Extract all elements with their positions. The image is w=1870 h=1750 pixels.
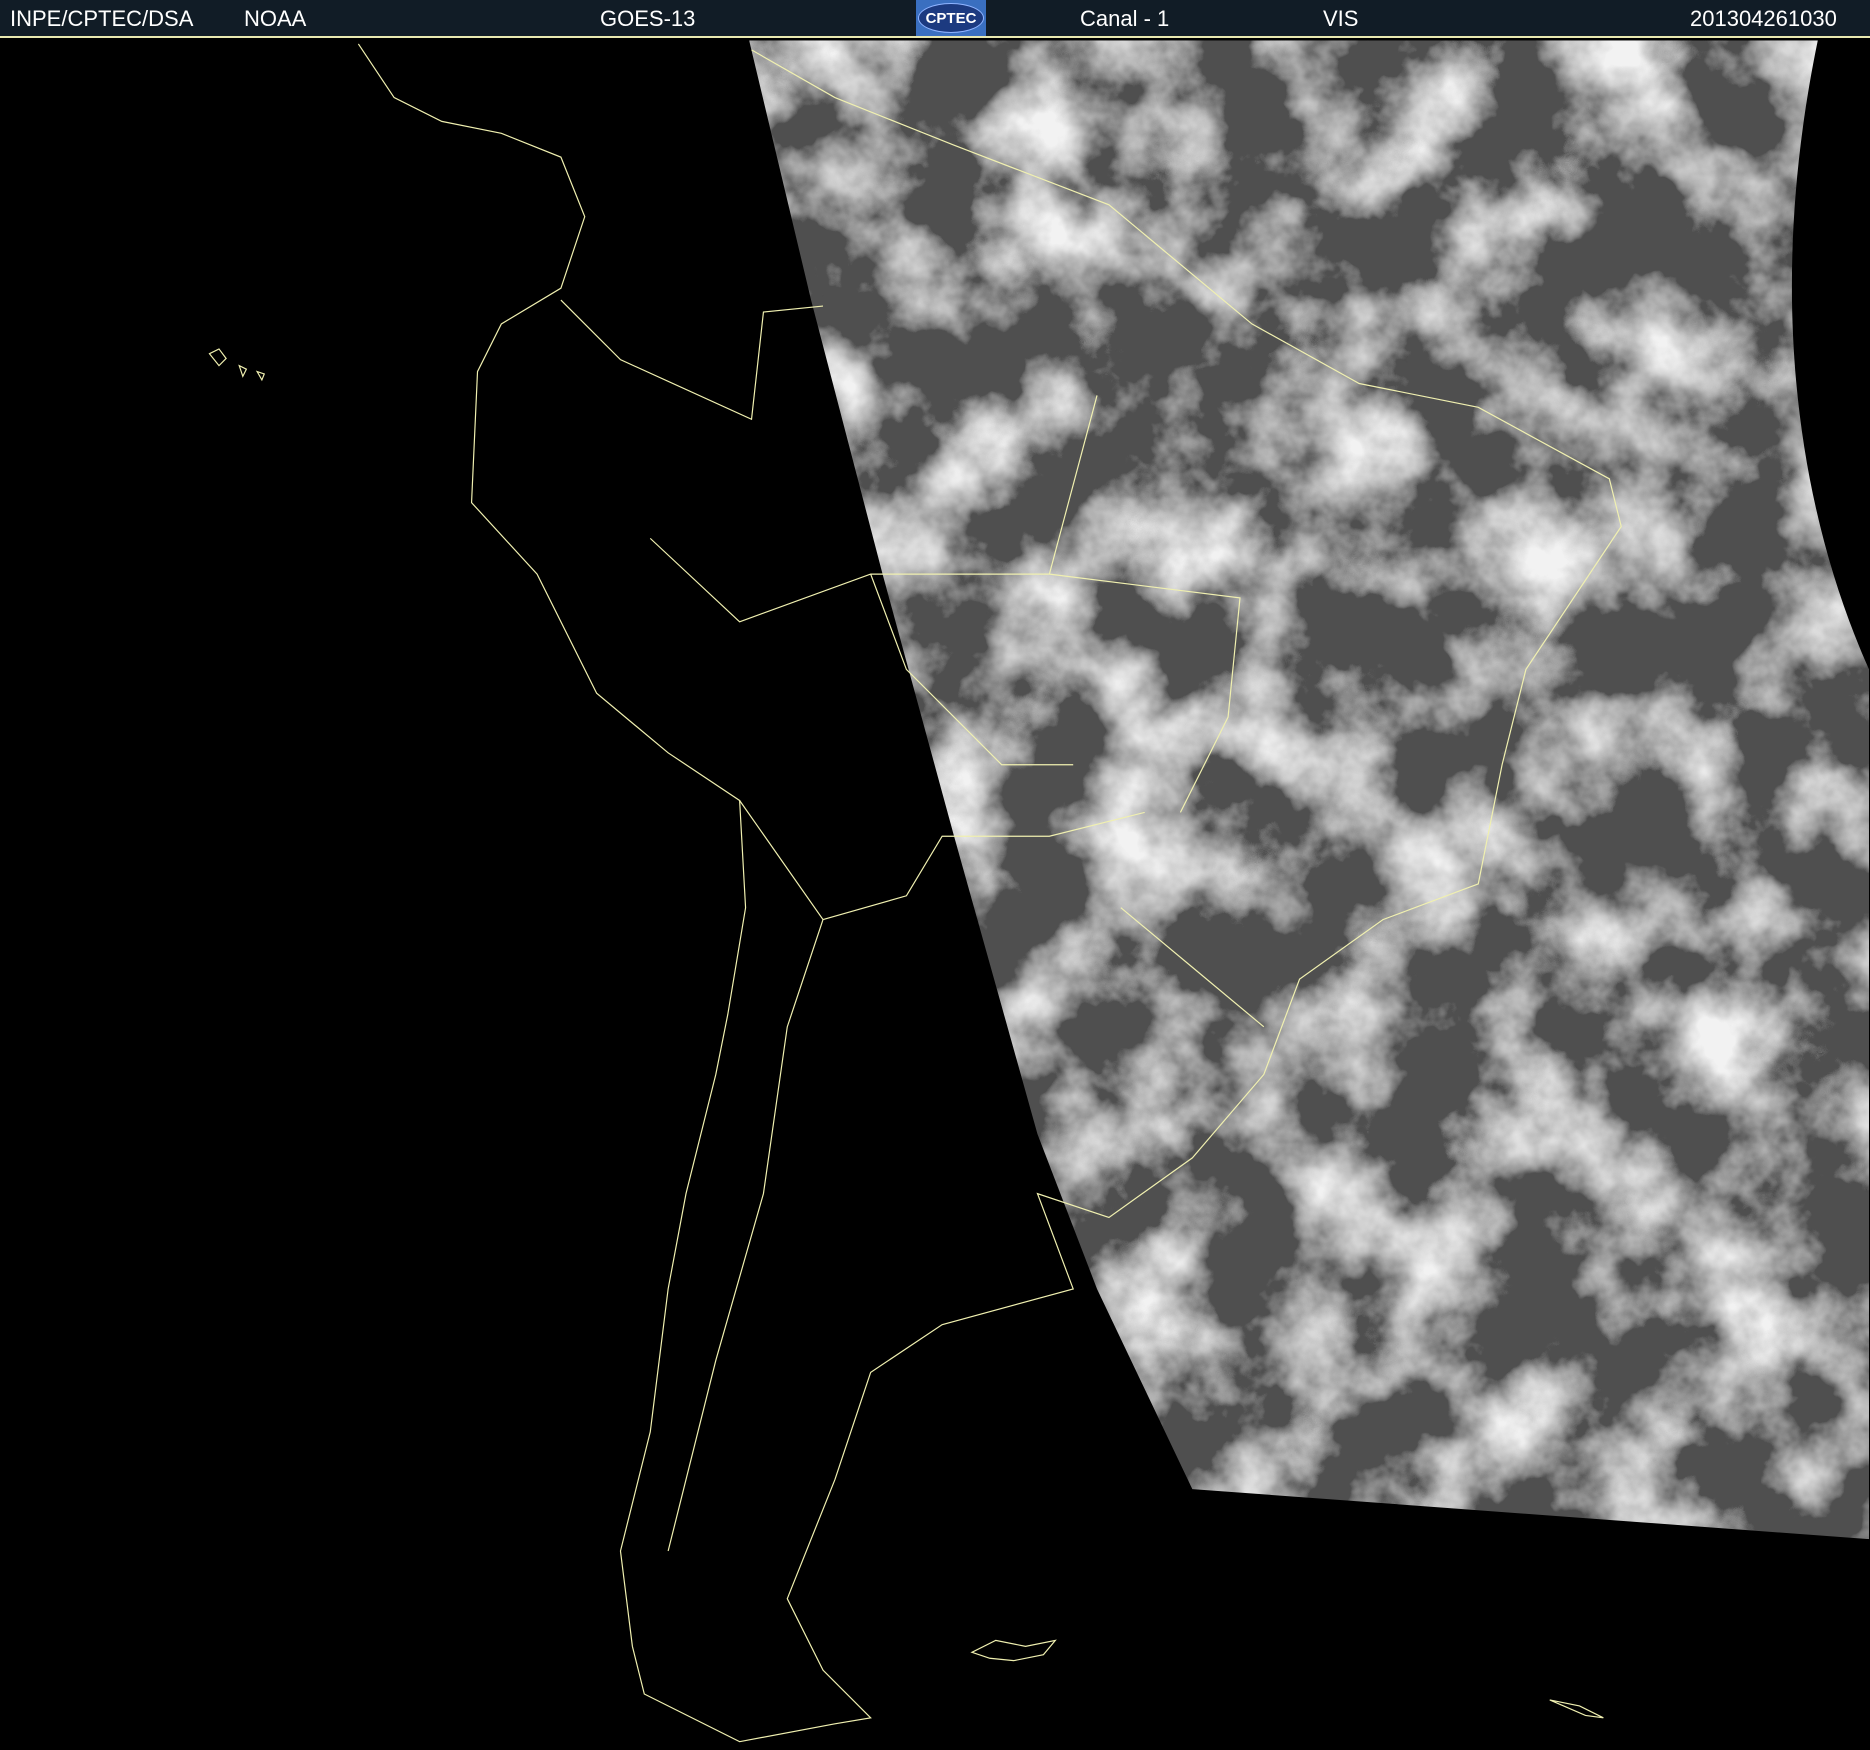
agency-label: NOAA (244, 6, 307, 31)
satellite-image-viewer: INPE/CPTEC/DSA NOAA GOES-13 CPTEC Canal … (0, 0, 1870, 1750)
satellite-map (208, 40, 1870, 1743)
falkland-islands (970, 1639, 1057, 1662)
cptec-logo: CPTEC (916, 0, 986, 36)
org-label: INPE/CPTEC/DSA (10, 6, 194, 31)
satellite-label: GOES-13 (600, 6, 696, 31)
channel-label: Canal - 1 (1080, 6, 1170, 31)
header-bar: INPE/CPTEC/DSA NOAA GOES-13 CPTEC Canal … (0, 0, 1870, 38)
timestamp-label: 201304261030 (1690, 6, 1837, 31)
galapagos-islands (208, 348, 266, 382)
south-georgia-island (1549, 1699, 1604, 1719)
band-label: VIS (1323, 6, 1359, 31)
satellite-cloud-layer (749, 40, 1870, 1540)
